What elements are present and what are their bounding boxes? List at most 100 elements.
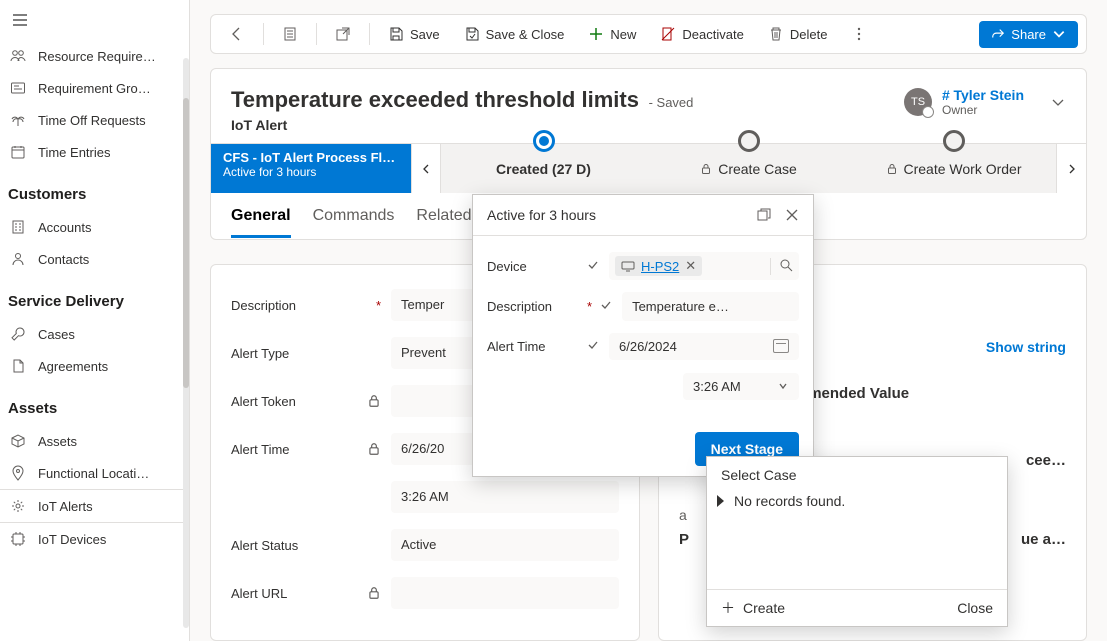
- trash-icon: [768, 26, 784, 42]
- bpf-stage-indicator-active: [533, 130, 555, 152]
- sidebar-item-label: IoT Devices: [38, 532, 106, 547]
- lookup-results-row[interactable]: No records found.: [707, 487, 1007, 519]
- tab-commands[interactable]: Commands: [313, 207, 395, 238]
- lookup-create-button[interactable]: Create: [743, 600, 785, 616]
- delete-button[interactable]: Delete: [758, 20, 838, 48]
- bpf-stage-create-wo[interactable]: Create Work Order: [851, 144, 1056, 193]
- bpf-flow-subtitle: Active for 3 hours: [223, 165, 399, 179]
- select-case-dropdown: Select Case No records found. ＋ Create C…: [706, 456, 1008, 627]
- plus-icon: ＋: [721, 601, 735, 615]
- overflow-button[interactable]: [841, 20, 877, 48]
- sidebar-group-customers: Customers: [0, 168, 189, 211]
- dock-icon[interactable]: [757, 208, 771, 222]
- sidebar-scrollbar-track[interactable]: [183, 58, 189, 628]
- chevron-down-icon[interactable]: [1050, 94, 1066, 110]
- field-value-alert-status[interactable]: Active: [391, 529, 619, 561]
- sidebar-scrollbar-thumb[interactable]: [183, 98, 189, 388]
- record-entity: IoT Alert: [231, 117, 693, 133]
- new-button[interactable]: New: [578, 20, 646, 48]
- chevron-down-icon: [1052, 27, 1066, 41]
- sidebar-item-functional-locations[interactable]: Functional Locati…: [0, 457, 189, 489]
- sidebar-item-label: IoT Alerts: [38, 499, 93, 514]
- back-icon: [229, 26, 245, 42]
- sidebar-item-label: Agreements: [38, 359, 108, 374]
- save-label: Save: [410, 27, 440, 42]
- check-icon: [587, 259, 599, 271]
- sidebar-item-requirement-groups[interactable]: Requirement Gro…: [0, 72, 189, 104]
- bpf-prev-button[interactable]: [411, 144, 441, 193]
- device-icon: [621, 260, 635, 272]
- share-label: Share: [1011, 27, 1046, 42]
- lock-icon: [700, 163, 712, 175]
- tab-related[interactable]: Related: [416, 207, 471, 238]
- calendar-icon: [10, 144, 26, 160]
- sidebar-item-time-off[interactable]: Time Off Requests: [0, 104, 189, 136]
- sidebar-item-iot-devices[interactable]: IoT Devices: [0, 523, 189, 555]
- sidebar-item-assets[interactable]: Assets: [0, 425, 189, 457]
- box-icon: [10, 433, 26, 449]
- sidebar-item-cases[interactable]: Cases: [0, 318, 189, 350]
- open-new-window-button[interactable]: [325, 20, 361, 48]
- save-button[interactable]: Save: [378, 20, 450, 48]
- field-value-alert-time: 3:26 AM: [391, 481, 619, 513]
- back-button[interactable]: [219, 20, 255, 48]
- alert-data-truncated-3: P: [679, 531, 689, 548]
- bpf-flow-header[interactable]: CFS - IoT Alert Process Fl… Active for 3…: [211, 144, 411, 193]
- owner-name[interactable]: Tyler Stein: [953, 87, 1024, 103]
- lookup-empty-text: No records found.: [734, 493, 845, 509]
- chevron-down-icon: [777, 380, 789, 392]
- chevron-right-icon: [1066, 163, 1078, 175]
- search-icon[interactable]: [779, 258, 793, 272]
- record-saved-status: - Saved: [649, 95, 694, 110]
- lock-icon: [367, 586, 381, 600]
- bpf-stage-create-case[interactable]: Create Case: [646, 144, 851, 193]
- remove-icon[interactable]: ✕: [685, 258, 696, 274]
- document-icon: [10, 358, 26, 374]
- flyout-description-label: Description: [487, 299, 579, 314]
- field-label-alert-type: Alert Type: [231, 346, 289, 361]
- sidebar-item-resource-requirements[interactable]: Resource Require…: [0, 40, 189, 72]
- share-button[interactable]: Share: [979, 21, 1078, 48]
- lock-icon: [886, 163, 898, 175]
- sidebar-item-label: Contacts: [38, 252, 89, 267]
- flyout-alert-time[interactable]: 3:26 AM: [683, 373, 799, 400]
- flyout-device-link[interactable]: H-PS2: [641, 259, 679, 274]
- lookup-close-button[interactable]: Close: [957, 600, 993, 616]
- sidebar-item-contacts[interactable]: Contacts: [0, 243, 189, 275]
- bpf-stage-created[interactable]: Created (27 D): [441, 144, 646, 193]
- form-selector-button[interactable]: [272, 20, 308, 48]
- hamburger-button[interactable]: [0, 0, 40, 40]
- flyout-device-label: Device: [487, 259, 579, 274]
- sidebar-item-label: Functional Locati…: [38, 466, 149, 481]
- deactivate-button[interactable]: Deactivate: [650, 20, 753, 48]
- card-icon: [10, 80, 26, 96]
- bpf-stage-label: Create Work Order: [904, 161, 1022, 177]
- owner-hash: #: [942, 87, 950, 103]
- sidebar-item-time-entries[interactable]: Time Entries: [0, 136, 189, 168]
- command-bar: Save Save & Close New Deactivate Delete …: [210, 14, 1087, 54]
- flyout-description-value[interactable]: Temperature e…: [622, 292, 799, 321]
- close-icon[interactable]: [785, 208, 799, 222]
- tab-general[interactable]: General: [231, 207, 291, 238]
- expand-icon[interactable]: [717, 495, 724, 507]
- bpf-flow-name: CFS - IoT Alert Process Fl…: [223, 150, 399, 165]
- save-icon: [388, 26, 404, 42]
- sidebar-item-accounts[interactable]: Accounts: [0, 211, 189, 243]
- calendar-icon[interactable]: [773, 339, 789, 353]
- sidebar-item-label: Requirement Gro…: [38, 81, 151, 96]
- record-title: Temperature exceeded threshold limits: [231, 87, 639, 112]
- save-close-button[interactable]: Save & Close: [454, 20, 575, 48]
- lock-icon: [367, 394, 381, 408]
- check-icon: [600, 299, 612, 311]
- owner-control[interactable]: TS # Tyler Stein Owner: [904, 87, 1066, 117]
- flyout-alert-date[interactable]: 6/26/2024: [609, 333, 799, 360]
- pin-icon: [10, 465, 26, 481]
- sidebar-item-iot-alerts[interactable]: IoT Alerts: [0, 489, 189, 523]
- deactivate-icon: [660, 26, 676, 42]
- save-close-icon: [464, 26, 480, 42]
- sidebar-item-agreements[interactable]: Agreements: [0, 350, 189, 382]
- flyout-device-lookup[interactable]: H-PS2 ✕: [609, 252, 799, 280]
- owner-avatar: TS: [904, 88, 932, 116]
- bpf-next-button[interactable]: [1056, 144, 1086, 193]
- save-close-label: Save & Close: [486, 27, 565, 42]
